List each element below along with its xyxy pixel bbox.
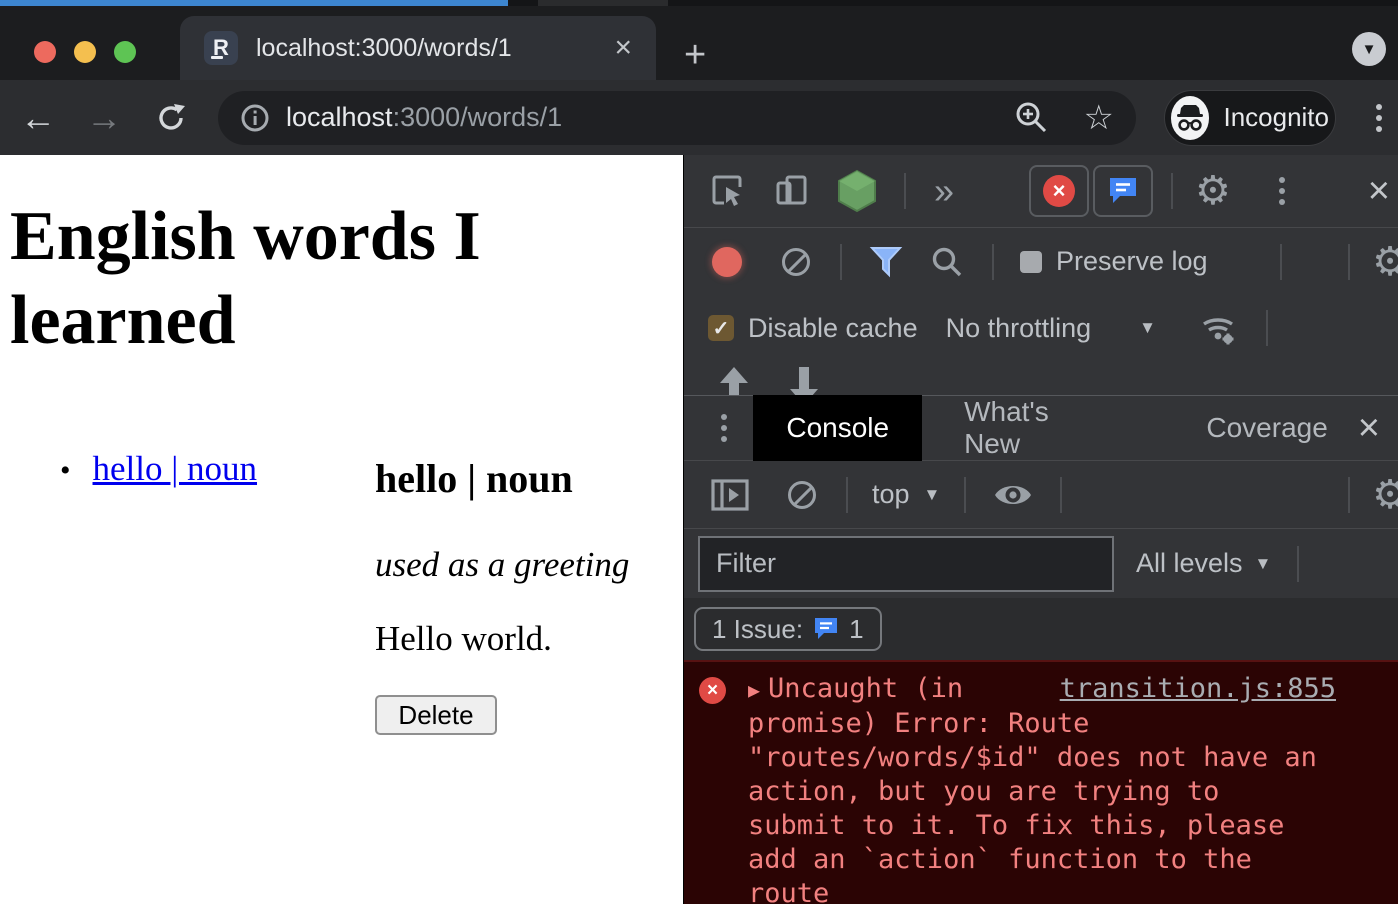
error-source-link[interactable]: transition.js:855 [1060,672,1336,706]
incognito-label: Incognito [1223,102,1329,133]
window-close-button[interactable] [34,41,56,63]
drawer-close-icon[interactable]: × [1358,409,1380,447]
forward-button[interactable]: → [86,100,122,136]
word-example: Hello world. [375,619,552,659]
preserve-log-label: Preserve log [1056,246,1208,277]
word-definition: used as a greeting [375,545,629,585]
js-context-select[interactable]: top [872,479,910,510]
device-toolbar-icon[interactable] [774,173,810,209]
issue-label: 1 Issue: [712,614,803,645]
devtools-main-toolbar: » × ⚙ × [684,155,1398,228]
record-network-log-icon[interactable] [712,247,742,277]
log-levels-select[interactable]: All levels [1136,548,1243,579]
web-page-content: English words I learned • hello | noun h… [0,155,683,904]
tab-close-icon[interactable]: × [614,33,632,63]
window-minimize-button[interactable] [74,41,96,63]
issue-count: 1 [849,614,863,645]
error-line: route [748,877,1336,904]
throttling-caret-icon[interactable]: ▼ [1139,318,1156,338]
address-bar[interactable]: localhost:3000/words/1 ☆ [218,91,1136,145]
browser-tab[interactable]: R localhost:3000/words/1 × [180,16,656,80]
devtools-close-icon[interactable]: × [1368,172,1390,210]
download-har-icon[interactable] [786,365,822,395]
issues-badge[interactable] [1093,165,1153,217]
disable-cache-checkbox[interactable]: ✓ [708,315,734,341]
preserve-log-checkbox[interactable] [1020,251,1042,273]
js-context-caret-icon[interactable]: ▼ [924,485,941,505]
word-detail-title: hello | noun [375,455,573,502]
inspect-element-icon[interactable] [710,173,746,209]
network-toolbar: Preserve log ⚙ [684,228,1398,295]
more-panels-icon[interactable]: » [934,173,951,209]
page-title: English words I learned [10,195,650,363]
new-tab-button[interactable]: + [684,36,706,74]
browser-tab-bar: R localhost:3000/words/1 × + ▼ [0,6,1398,80]
bookmark-star-icon[interactable]: ☆ [1084,101,1114,135]
error-line: submit to it. To fix this, please [748,809,1336,843]
issue-counter-button[interactable]: 1 Issue: 1 [694,607,882,651]
console-toolbar: top ▼ ⚙ [684,461,1398,529]
error-line: add an `action` function to the [748,843,1336,877]
error-count-badge[interactable]: × [1029,165,1089,217]
tab-title: localhost:3000/words/1 [256,34,614,63]
delete-button[interactable]: Delete [375,695,497,735]
error-line: "routes/words/$id" does not have an [748,741,1336,775]
window-zoom-button[interactable] [114,41,136,63]
node-icon[interactable] [836,169,878,213]
word-list-item: • hello | noun [60,449,257,489]
search-icon[interactable] [930,245,964,279]
url-text: localhost:3000/words/1 [286,102,562,133]
incognito-icon [1171,96,1209,140]
screen: R localhost:3000/words/1 × + ▼ ← → loca [0,0,1398,904]
drawer-tab-bar: Console What's New Coverage × [684,395,1398,461]
network-import-export-row [684,361,1398,395]
devtools-panel: » × ⚙ × [683,155,1398,904]
upload-har-icon[interactable] [716,365,752,395]
error-line: promise) Error: Route [748,707,1336,741]
console-filter-input[interactable] [698,536,1114,592]
network-conditions-icon[interactable] [1196,308,1240,348]
log-levels-caret-icon[interactable]: ▼ [1255,554,1272,574]
clear-network-icon[interactable] [782,248,810,276]
tab-search-button[interactable]: ▼ [1352,32,1386,66]
tab-coverage[interactable]: Coverage [1176,395,1357,461]
back-button[interactable]: ← [20,100,56,136]
disable-cache-label[interactable]: Disable cache [748,313,918,344]
console-sidebar-toggle-icon[interactable] [710,477,750,513]
list-bullet: • [60,454,71,488]
word-link[interactable]: hello | noun [93,449,258,489]
browser-toolbar: ← → localhost:3000/words/1 [0,80,1398,155]
zoom-icon[interactable] [1014,100,1050,136]
console-settings-icon[interactable]: ⚙ [1372,475,1398,515]
network-conditions-row: ✓ Disable cache No throttling ▼ [684,295,1398,361]
clear-console-icon[interactable] [788,481,816,509]
expand-triangle-icon[interactable]: ▶ [748,678,760,702]
console-issue-row: 1 Issue: 1 [684,598,1398,660]
network-settings-icon[interactable]: ⚙ [1372,242,1398,282]
devtools-settings-icon[interactable]: ⚙ [1195,171,1231,211]
throttling-select-value[interactable]: No throttling [946,313,1092,344]
error-icon: × [699,677,726,704]
site-info-icon[interactable] [240,103,270,133]
live-expression-eye-icon[interactable] [992,479,1034,511]
error-line: transition.js:855 ▶Uncaught (in [748,672,1336,707]
reload-button[interactable] [154,101,188,135]
incognito-badge: Incognito [1164,90,1336,146]
console-filter-row: All levels ▼ [684,529,1398,598]
remix-favicon: R [204,31,238,65]
error-line: action, but you are trying to [748,775,1336,809]
console-error-message[interactable]: × transition.js:855 ▶Uncaught (in promis… [684,660,1398,904]
issue-chat-icon [813,616,839,642]
tab-whats-new[interactable]: What's New [934,395,1130,461]
filter-funnel-icon[interactable] [868,245,904,279]
tab-console[interactable]: Console [753,395,922,461]
